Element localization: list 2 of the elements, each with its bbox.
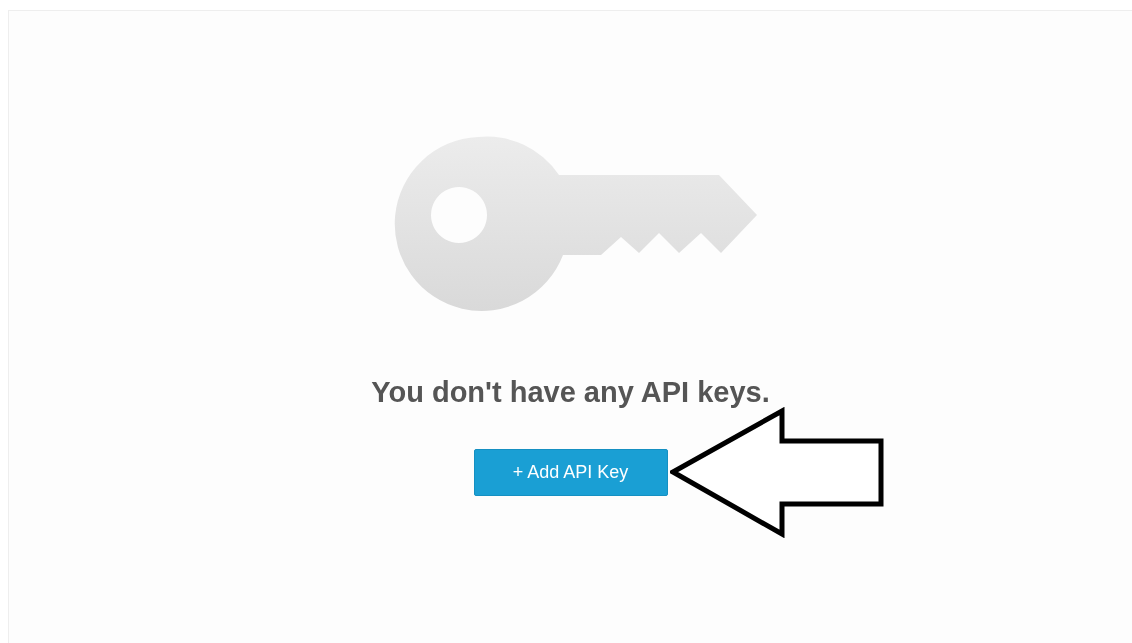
empty-message: You don't have any API keys. (371, 376, 770, 409)
add-api-key-button[interactable]: + Add API Key (473, 449, 668, 496)
